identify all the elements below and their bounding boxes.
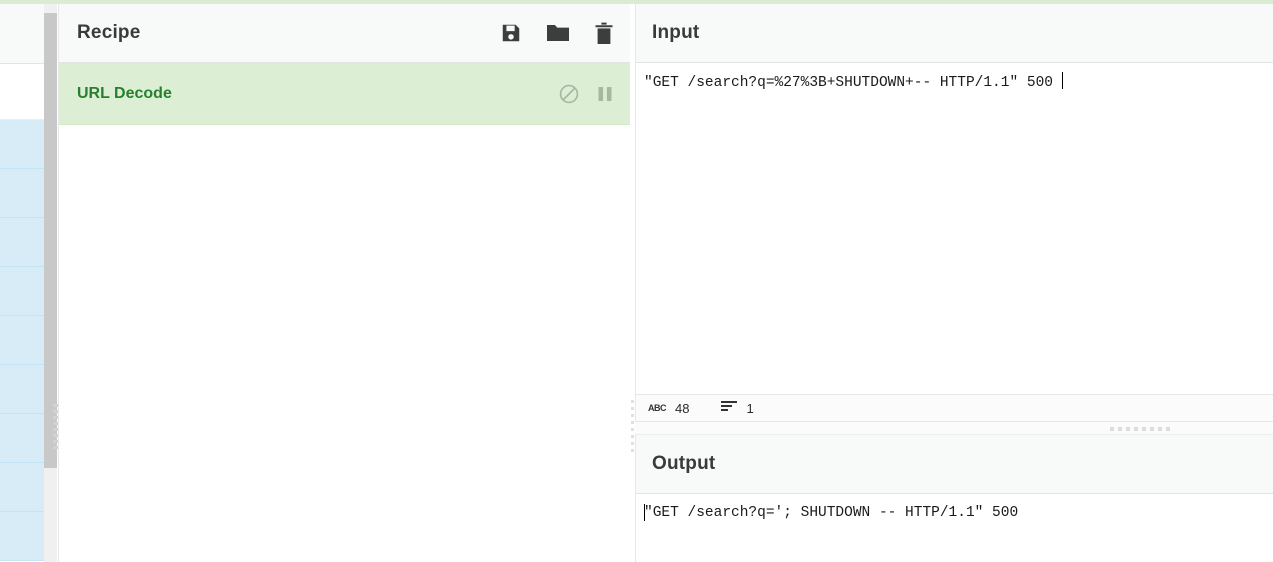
recipe-title: Recipe: [77, 22, 141, 43]
list-item[interactable]: [0, 218, 44, 267]
recipe-empty-area[interactable]: [59, 125, 632, 560]
list-item[interactable]: [0, 316, 44, 365]
list-item[interactable]: [0, 267, 44, 316]
grip-dot: [1166, 427, 1170, 431]
grip-dot: [631, 442, 634, 445]
recipe-actions: [500, 22, 614, 45]
recipe-title-bar: Recipe: [59, 4, 632, 63]
input-panel: Input "GET /search?q=%27%3B+SHUTDOWN+-- …: [635, 4, 1273, 422]
recipe-operation-controls: [558, 83, 614, 105]
cyberchef-window: Recipe URL Decode Input "GET /search?q=%…: [0, 0, 1273, 562]
operations-search-box[interactable]: [0, 64, 44, 120]
circle-slash-icon[interactable]: [558, 83, 580, 105]
list-item[interactable]: [0, 169, 44, 218]
input-title-bar: Input: [636, 4, 1273, 63]
grip-dot: [631, 414, 634, 417]
input-caret: [1061, 72, 1063, 89]
list-item[interactable]: [0, 414, 44, 463]
grip-dot: [1134, 427, 1138, 431]
recipe-operation-list: URL Decode: [59, 63, 632, 125]
list-item[interactable]: [0, 365, 44, 414]
operations-header: [0, 4, 44, 64]
floppy-disk-icon[interactable]: [500, 22, 522, 44]
output-title: Output: [652, 453, 716, 474]
grip-dot: [631, 400, 634, 403]
output-text: "GET /search?q='; SHUTDOWN -- HTTP/1.1" …: [644, 505, 1019, 521]
grip-dot: [1118, 427, 1122, 431]
grip-dot: [631, 435, 634, 438]
recipe-operation-label: URL Decode: [77, 84, 172, 102]
grip-dot: [631, 421, 634, 424]
folder-icon[interactable]: [546, 22, 570, 44]
grip-dot: [1158, 427, 1162, 431]
lines-icon: [721, 399, 738, 417]
output-caret: [644, 504, 645, 521]
input-text: "GET /search?q=%27%3B+SHUTDOWN+-- HTTP/1…: [644, 75, 1062, 91]
input-status-bar: ABC 48 1: [636, 394, 1273, 422]
abc-icon: ABC: [648, 403, 667, 413]
output-panel: Output "GET /search?q='; SHUTDOWN -- HTT…: [635, 434, 1273, 562]
input-length-value: 48: [675, 400, 690, 416]
operations-scrollbar-thumb[interactable]: [44, 13, 57, 468]
grip-dot: [631, 428, 634, 431]
grip-dot: [1150, 427, 1154, 431]
list-item[interactable]: [0, 463, 44, 512]
operations-column: [0, 4, 44, 562]
operations-favourites-list: [0, 120, 44, 561]
input-output-splitter[interactable]: [635, 422, 1273, 434]
recipe-panel: Recipe URL Decode: [58, 4, 632, 562]
grip-dot: [1110, 427, 1114, 431]
list-item[interactable]: [0, 512, 44, 561]
input-length-status: ABC 48: [648, 401, 689, 416]
output-editor[interactable]: "GET /search?q='; SHUTDOWN -- HTTP/1.1" …: [636, 494, 1273, 562]
input-output-splitter-grip[interactable]: [1110, 427, 1170, 431]
output-title-bar: Output: [636, 435, 1273, 494]
list-item[interactable]: [0, 120, 44, 169]
recipe-operation-url-decode[interactable]: URL Decode: [59, 63, 632, 125]
io-column: Input "GET /search?q=%27%3B+SHUTDOWN+-- …: [635, 4, 1273, 562]
input-editor[interactable]: "GET /search?q=%27%3B+SHUTDOWN+-- HTTP/1…: [636, 63, 1273, 394]
grip-dot: [631, 449, 634, 452]
trash-icon[interactable]: [594, 22, 614, 45]
grip-dot: [1126, 427, 1130, 431]
input-lines-value: 1: [746, 400, 754, 416]
grip-dot: [1142, 427, 1146, 431]
input-title: Input: [652, 22, 700, 43]
input-lines-status: 1: [721, 399, 754, 417]
grip-dot: [631, 407, 634, 410]
pause-icon[interactable]: [596, 84, 614, 104]
